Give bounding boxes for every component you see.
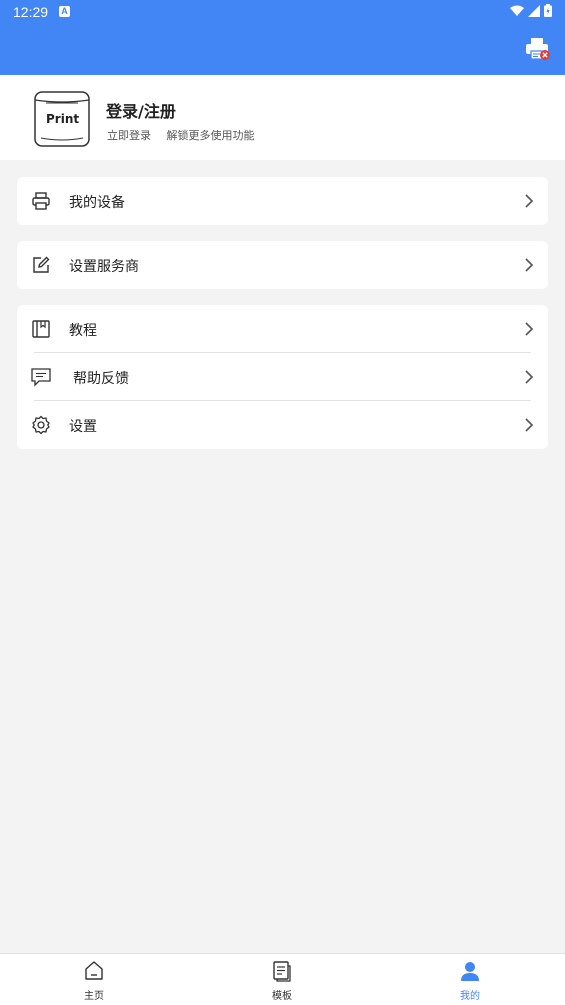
- tab-label-templates: 模板: [272, 991, 292, 1002]
- home-icon: [85, 961, 103, 980]
- chevron-right-icon: [525, 322, 534, 336]
- app-header: 12:29 A: [0, 0, 565, 75]
- profile-section[interactable]: Print 登录/注册 立即登录 解锁更多使用功能: [0, 75, 565, 160]
- card-devices: 我的设备: [17, 177, 548, 225]
- gear-icon: [32, 415, 50, 435]
- menu-label-settings: 设置: [69, 419, 97, 435]
- chat-icon: [31, 368, 51, 387]
- menu-label-my-devices: 我的设备: [69, 195, 125, 211]
- card-service: 设置服务商: [17, 241, 548, 289]
- menu-item-my-devices[interactable]: 我的设备: [17, 177, 548, 225]
- chevron-right-icon: [525, 370, 534, 384]
- avatar-text: Print: [46, 112, 80, 126]
- a-icon: A: [59, 6, 70, 17]
- tab-home[interactable]: 主页: [64, 954, 124, 1005]
- menu-label-feedback: 帮助反馈: [73, 371, 129, 387]
- document-icon: [273, 961, 291, 982]
- user-icon: [461, 962, 479, 981]
- chevron-right-icon: [525, 194, 534, 208]
- printer-disconnected-icon[interactable]: [525, 37, 551, 61]
- battery-icon: [544, 4, 552, 17]
- printer-icon: [32, 192, 50, 210]
- menu-label-service-provider: 设置服务商: [69, 259, 139, 275]
- menu-item-feedback[interactable]: 帮助反馈: [17, 353, 548, 401]
- tab-templates[interactable]: 模板: [252, 954, 312, 1005]
- chevron-right-icon: [525, 258, 534, 272]
- status-time: 12:29: [13, 4, 49, 20]
- menu-item-tutorial[interactable]: 教程: [17, 305, 548, 353]
- book-icon: [32, 320, 50, 338]
- tab-mine[interactable]: 我的: [440, 954, 500, 1005]
- login-subtitle: 立即登录 解锁更多使用功能: [107, 129, 255, 142]
- signal-icon: [528, 4, 540, 17]
- menu-label-tutorial: 教程: [69, 323, 97, 339]
- card-more: 教程 帮助反馈 设置: [17, 305, 548, 449]
- tab-label-home: 主页: [84, 991, 104, 1002]
- bottom-tab-bar: 主页 模板 我的: [0, 953, 565, 1005]
- menu-item-settings[interactable]: 设置: [17, 401, 548, 449]
- edit-icon: [33, 256, 50, 273]
- chevron-right-icon: [525, 418, 534, 432]
- tab-label-mine: 我的: [460, 991, 480, 1002]
- menu-item-service-provider[interactable]: 设置服务商: [17, 241, 548, 289]
- login-register-title[interactable]: 登录/注册: [106, 98, 176, 122]
- status-icons: [510, 4, 552, 17]
- wifi-icon: [510, 5, 524, 16]
